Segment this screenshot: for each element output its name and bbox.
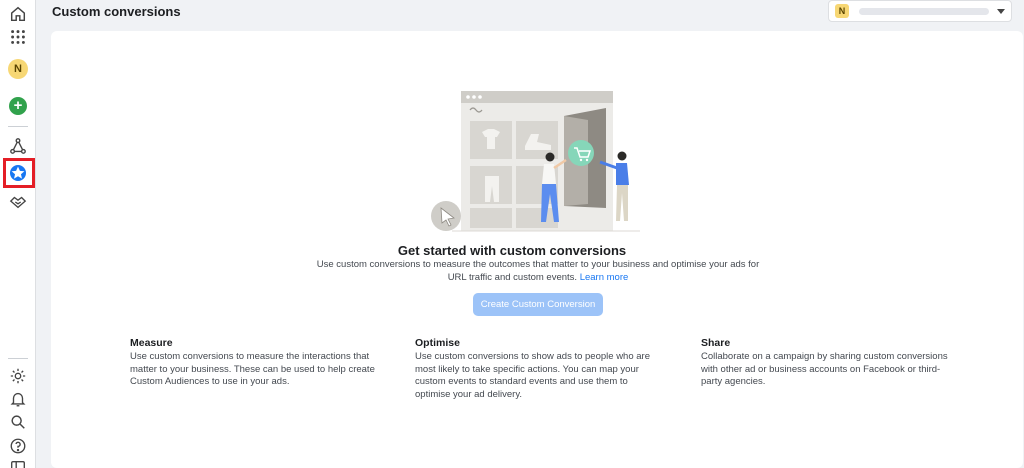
notifications-bell-icon[interactable]	[6, 387, 30, 411]
rail-divider-bottom	[8, 358, 28, 359]
settings-gear-icon[interactable]	[6, 364, 30, 388]
chevron-down-icon	[997, 8, 1005, 14]
feature-title: Share	[701, 337, 731, 349]
create-custom-conversion-button[interactable]: Create Custom Conversion	[473, 293, 603, 316]
empty-state-description: Use custom conversions to measure the ou…	[308, 259, 768, 284]
feature-measure: Measure Use custom conversions to measur…	[130, 337, 380, 389]
feature-title: Optimise	[415, 337, 460, 349]
selection-highlight-box	[3, 158, 35, 188]
feature-body: Use custom conversions to measure the in…	[130, 351, 375, 387]
feature-body: Use custom conversions to show ads to pe…	[415, 351, 650, 400]
partner-integrations-icon[interactable]	[6, 190, 30, 214]
feature-title: Measure	[130, 337, 173, 349]
empty-state-headline: Get started with custom conversions	[397, 243, 627, 258]
avatar-initial: N	[8, 59, 28, 79]
events-manager-icon[interactable]	[6, 134, 30, 158]
rail-divider	[8, 126, 28, 127]
feature-optimise: Optimise Use custom conversions to show …	[415, 337, 665, 401]
plus-icon: +	[9, 97, 27, 115]
page-title: Custom conversions	[52, 4, 181, 19]
all-tools-grid-icon[interactable]	[6, 25, 30, 49]
account-name-redacted	[859, 7, 989, 15]
create-button[interactable]: +	[6, 94, 30, 118]
account-avatar[interactable]: N	[6, 57, 30, 81]
search-icon[interactable]	[6, 410, 30, 434]
panel-toggle-icon[interactable]	[6, 456, 30, 468]
learn-more-link[interactable]: Learn more	[580, 272, 629, 283]
feature-body: Collaborate on a campaign by sharing cus…	[701, 351, 948, 387]
custom-conversions-illustration	[431, 91, 640, 232]
ad-account-selector[interactable]: N	[828, 0, 1012, 22]
home-icon[interactable]	[6, 2, 30, 26]
account-badge: N	[835, 4, 849, 18]
help-icon[interactable]	[6, 434, 30, 458]
description-text: Use custom conversions to measure the ou…	[316, 259, 760, 283]
left-nav-rail: N +	[0, 0, 36, 468]
feature-share: Share Collaborate on a campaign by shari…	[701, 337, 951, 389]
